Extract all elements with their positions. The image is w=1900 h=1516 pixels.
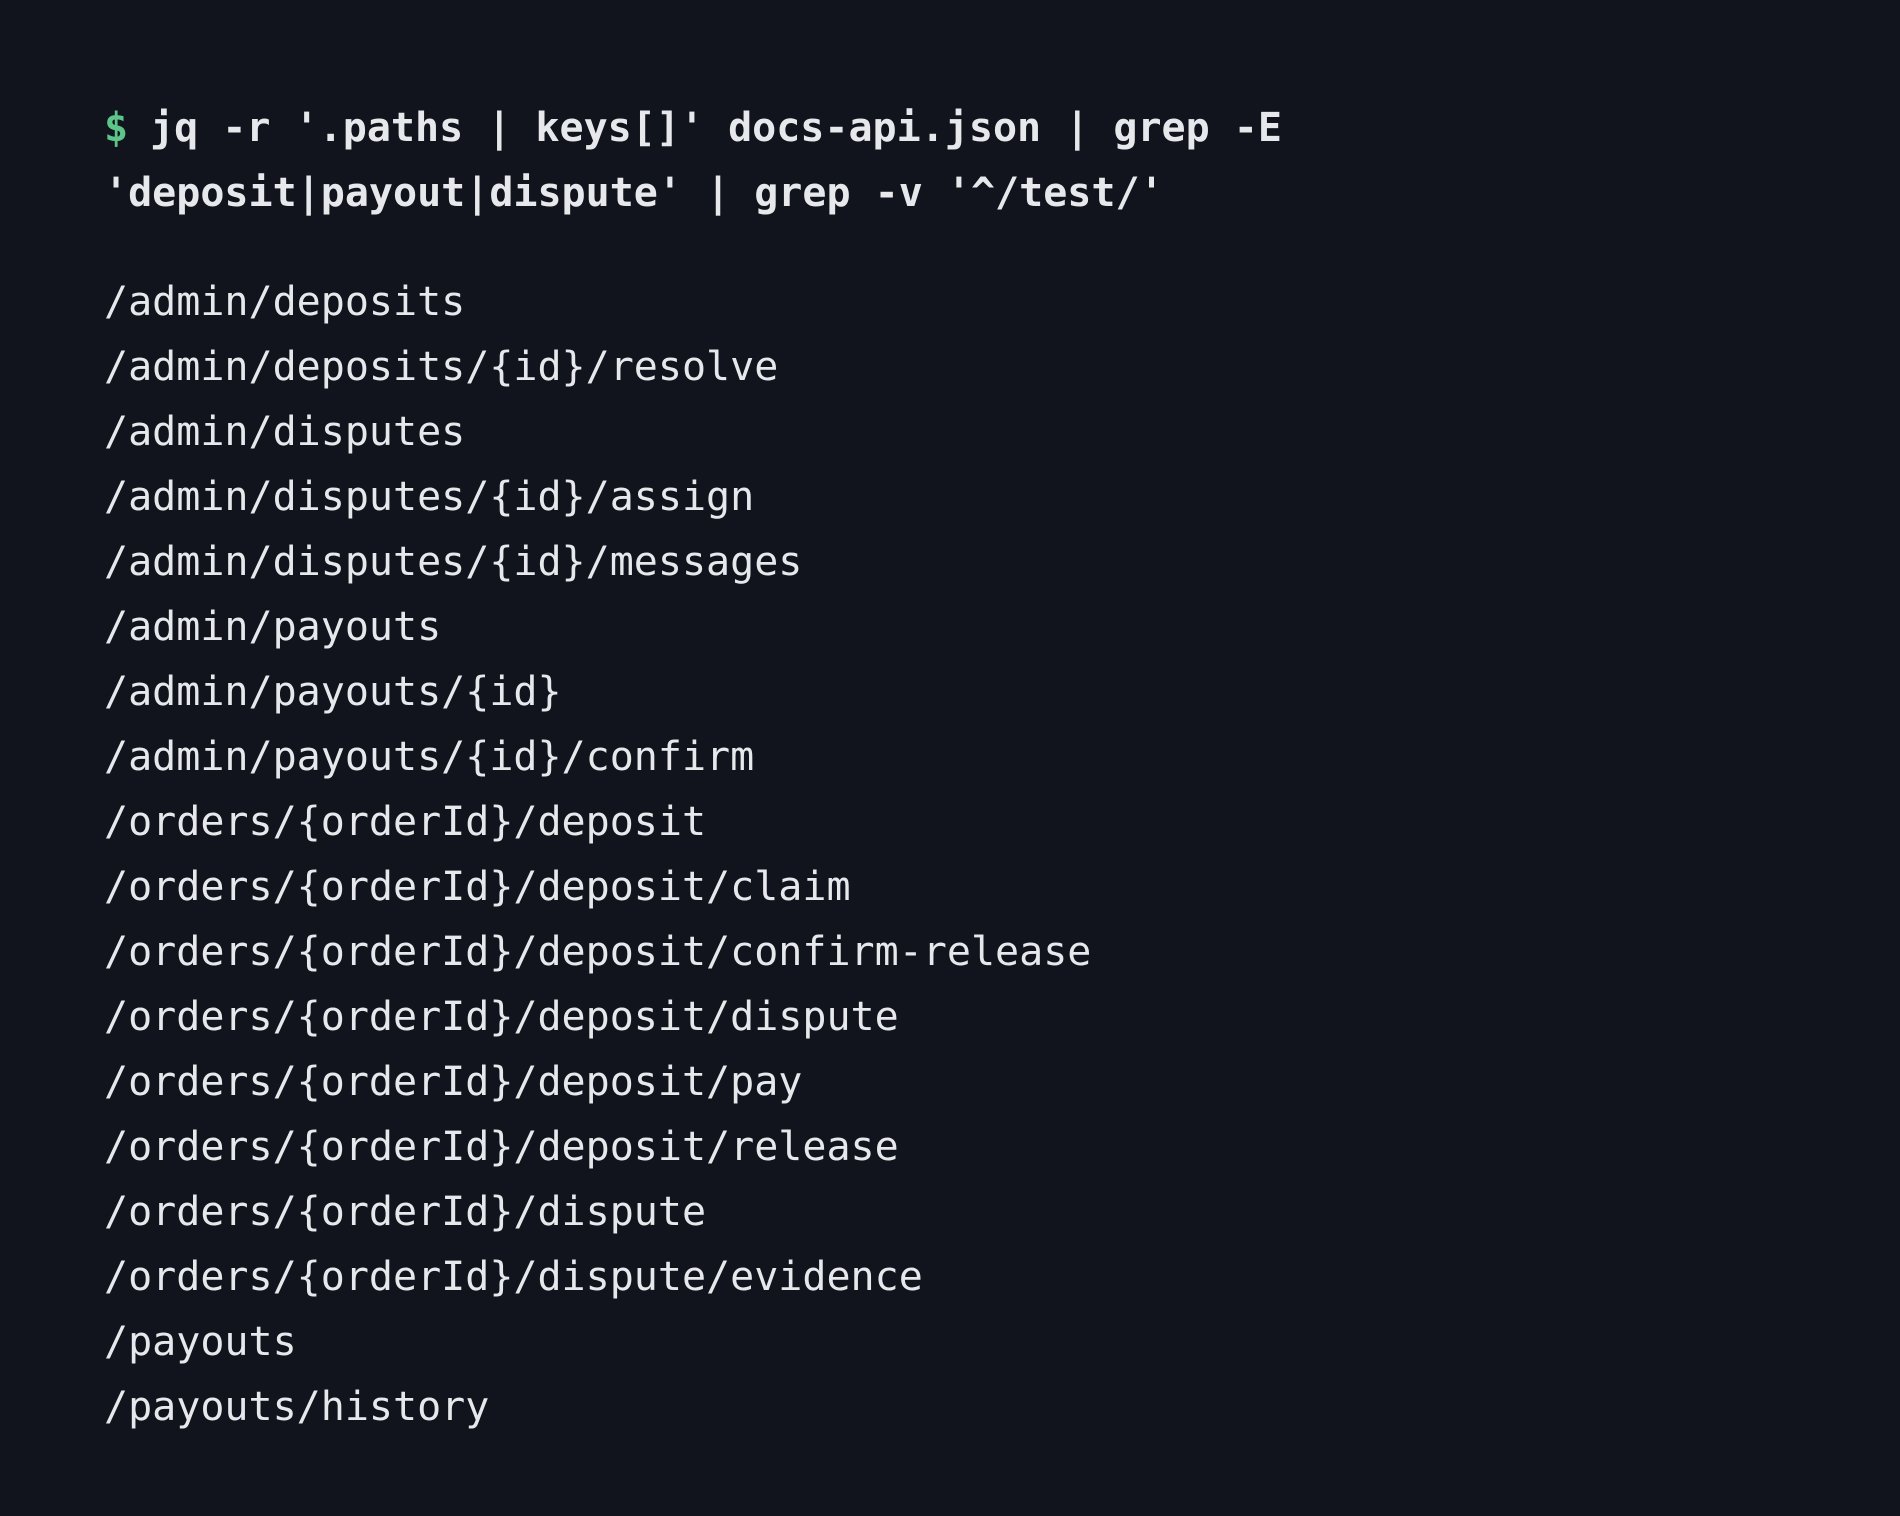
command-text-line-2: 'deposit|payout|dispute' | grep -v '^/te… bbox=[104, 170, 1164, 216]
output-line: /admin/disputes/{id}/assign bbox=[104, 474, 755, 520]
output-line: /orders/{orderId}/deposit/pay bbox=[104, 1059, 803, 1105]
prompt-symbol: $ bbox=[104, 105, 129, 151]
command-text-line-1: jq -r '.paths | keys[]' docs-api.json | … bbox=[150, 105, 1282, 151]
output-line: /admin/deposits bbox=[104, 279, 466, 325]
output-line: /admin/payouts bbox=[104, 604, 442, 650]
output-line: /payouts bbox=[104, 1319, 297, 1365]
output-line: /admin/payouts/{id}/confirm bbox=[104, 734, 755, 780]
output-line: /orders/{orderId}/deposit/confirm-releas… bbox=[104, 929, 1092, 975]
output-line: /admin/payouts/{id} bbox=[104, 669, 562, 715]
output-line: /admin/deposits/{id}/resolve bbox=[104, 344, 779, 390]
output-line: /admin/disputes/{id}/messages bbox=[104, 539, 803, 585]
output-line: /admin/disputes bbox=[104, 409, 466, 455]
output-line: /orders/{orderId}/deposit/release bbox=[104, 1124, 899, 1170]
output-line: /orders/{orderId}/dispute bbox=[104, 1189, 707, 1235]
output-line: /orders/{orderId}/deposit/claim bbox=[104, 864, 851, 910]
terminal-window[interactable]: $ jq -r '.paths | keys[]' docs-api.json |… bbox=[0, 0, 1900, 1516]
output-line: /orders/{orderId}/deposit bbox=[104, 799, 707, 845]
command-output: /admin/deposits /admin/deposits/{id}/res… bbox=[104, 270, 1796, 1440]
output-line: /payouts/history bbox=[104, 1384, 490, 1430]
output-line: /orders/{orderId}/deposit/dispute bbox=[104, 994, 899, 1040]
output-line: /orders/{orderId}/dispute/evidence bbox=[104, 1254, 923, 1300]
command-line: $ jq -r '.paths | keys[]' docs-api.json |… bbox=[104, 96, 1404, 226]
